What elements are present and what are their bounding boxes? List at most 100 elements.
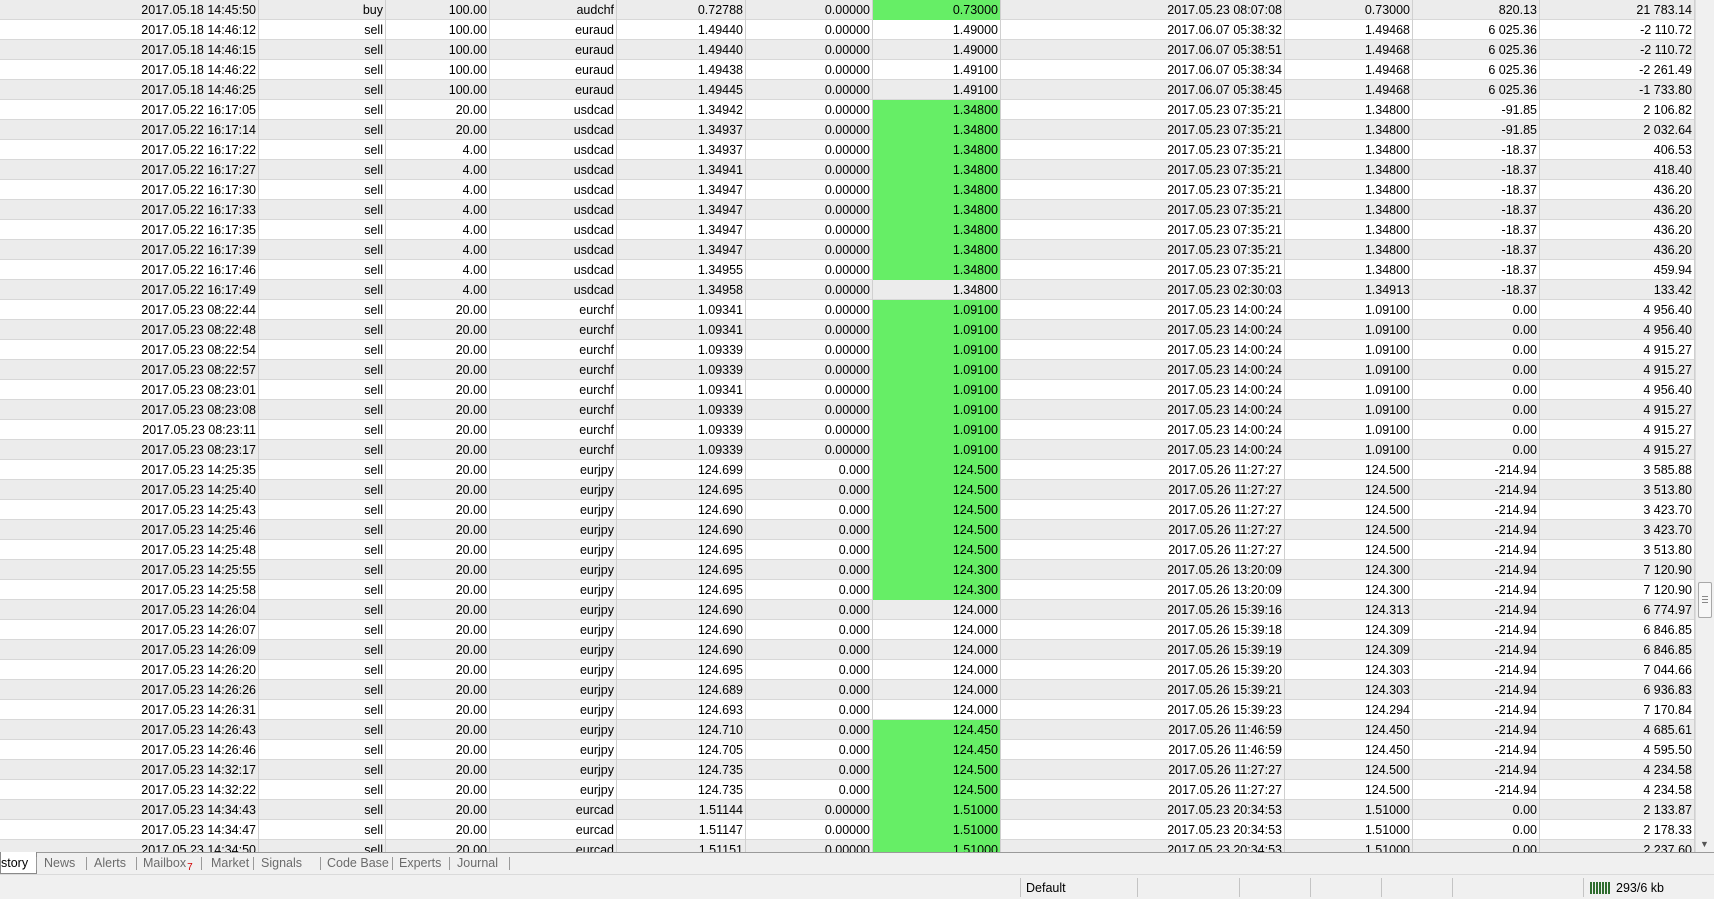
table-row[interactable]: 2017.05.22 16:17:49 sell 4.00 usdcad 1.34958… [0,280,1695,300]
table-cell: 2017.05.18 14:46:12 [0,20,259,40]
table-cell: 0.00000 [746,800,873,820]
table-cell: audchf [490,0,617,20]
table-row[interactable]: 2017.05.23 14:25:40 sell 20.00 eurjpy 124.69… [0,480,1695,500]
table-row[interactable]: 2017.05.23 14:26:20 sell 20.00 eurjpy 124.69… [0,660,1695,680]
table-cell: 436.20 [1540,240,1695,260]
tab-market[interactable]: Market [211,853,249,874]
table-cell: 2017.05.23 14:26:46 [0,740,259,760]
table-cell: usdcad [490,240,617,260]
table-row[interactable]: 2017.05.23 08:22:44 sell 20.00 eurchf 1.0934… [0,300,1695,320]
table-row[interactable]: 2017.05.23 14:34:50 sell 20.00 eurcad 1.5115… [0,840,1695,852]
table-row[interactable]: 2017.05.23 14:25:55 sell 20.00 eurjpy 124.69… [0,560,1695,580]
table-row[interactable]: 2017.05.18 14:46:25 sell 100.00 euraud 1.494… [0,80,1695,100]
tab-journal[interactable]: Journal [457,853,498,874]
table-row[interactable]: 2017.05.22 16:17:35 sell 4.00 usdcad 1.34947… [0,220,1695,240]
table-row[interactable]: 2017.05.18 14:46:22 sell 100.00 euraud 1.494… [0,60,1695,80]
table-row[interactable]: 2017.05.23 14:25:46 sell 20.00 eurjpy 124.69… [0,520,1695,540]
table-cell: sell [259,680,386,700]
table-cell: 2017.05.23 14:25:40 [0,480,259,500]
table-row[interactable]: 2017.05.22 16:17:30 sell 4.00 usdcad 1.34947… [0,180,1695,200]
table-row[interactable]: 2017.05.23 14:34:43 sell 20.00 eurcad 1.5114… [0,800,1695,820]
table-row[interactable]: 2017.05.23 14:34:47 sell 20.00 eurcad 1.5114… [0,820,1695,840]
tab-code-base[interactable]: Code Base [327,853,389,874]
table-cell: 1.09100 [873,320,1001,340]
table-row[interactable]: 2017.05.23 08:23:11 sell 20.00 eurchf 1.0933… [0,420,1695,440]
table-row[interactable]: 2017.05.23 08:22:48 sell 20.00 eurchf 1.0934… [0,320,1695,340]
table-cell: 20.00 [386,420,490,440]
table-cell: 20.00 [386,100,490,120]
table-cell: 6 846.85 [1540,620,1695,640]
table-cell: -214.94 [1413,460,1540,480]
table-cell: eurjpy [490,580,617,600]
table-cell: 2017.05.23 08:22:48 [0,320,259,340]
table-row[interactable]: 2017.05.22 16:17:14 sell 20.00 usdcad 1.3493… [0,120,1695,140]
table-cell: sell [259,580,386,600]
table-cell: 1.34800 [1285,260,1413,280]
table-cell: 20.00 [386,340,490,360]
table-cell: sell [259,120,386,140]
table-row[interactable]: 2017.05.23 14:26:07 sell 20.00 eurjpy 124.69… [0,620,1695,640]
scroll-down-arrow-icon[interactable]: ▼ [1700,839,1709,849]
table-row[interactable]: 2017.05.23 14:26:09 sell 20.00 eurjpy 124.69… [0,640,1695,660]
table-cell: sell [259,620,386,640]
table-row[interactable]: 2017.05.18 14:46:12 sell 100.00 euraud 1.494… [0,20,1695,40]
table-row[interactable]: 2017.05.23 14:25:43 sell 20.00 eurjpy 124.69… [0,500,1695,520]
table-cell: -214.94 [1413,620,1540,640]
table-cell: -214.94 [1413,640,1540,660]
table-cell: eurjpy [490,740,617,760]
table-cell: 0.00000 [746,320,873,340]
table-cell: 0.00 [1413,400,1540,420]
table-row[interactable]: 2017.05.23 14:26:43 sell 20.00 eurjpy 124.71… [0,720,1695,740]
table-cell: 1.09339 [617,420,746,440]
table-cell: 124.000 [873,680,1001,700]
table-row[interactable]: 2017.05.23 14:26:46 sell 20.00 eurjpy 124.70… [0,740,1695,760]
table-row[interactable]: 2017.05.23 08:23:17 sell 20.00 eurchf 1.0933… [0,440,1695,460]
table-cell: sell [259,480,386,500]
table-cell: 4.00 [386,140,490,160]
table-row[interactable]: 2017.05.22 16:17:46 sell 4.00 usdcad 1.34955… [0,260,1695,280]
table-cell: 20.00 [386,460,490,480]
table-row[interactable]: 2017.05.23 08:22:57 sell 20.00 eurchf 1.0933… [0,360,1695,380]
tab-news[interactable]: News [44,853,75,874]
table-row[interactable]: 2017.05.22 16:17:05 sell 20.00 usdcad 1.3494… [0,100,1695,120]
table-row[interactable]: 2017.05.23 14:32:17 sell 20.00 eurjpy 124.73… [0,760,1695,780]
table-row[interactable]: 2017.05.23 14:25:35 sell 20.00 eurjpy 124.69… [0,460,1695,480]
table-cell: 2017.05.18 14:46:25 [0,80,259,100]
vertical-scrollbar[interactable]: ▼ [1695,0,1714,852]
tab-mailbox[interactable]: Mailbox7 [143,853,193,874]
table-row[interactable]: 2017.05.22 16:17:22 sell 4.00 usdcad 1.34937… [0,140,1695,160]
table-row[interactable]: 2017.05.23 14:26:04 sell 20.00 eurjpy 124.69… [0,600,1695,620]
table-cell: 4 915.27 [1540,360,1695,380]
table-row[interactable]: 2017.05.23 08:23:08 sell 20.00 eurchf 1.0933… [0,400,1695,420]
table-row[interactable]: 2017.05.18 14:46:15 sell 100.00 euraud 1.494… [0,40,1695,60]
table-row[interactable]: 2017.05.23 14:32:22 sell 20.00 eurjpy 124.73… [0,780,1695,800]
table-cell: 1.34800 [1285,180,1413,200]
table-row[interactable]: 2017.05.18 14:45:50 buy 100.00 audchf 0.7278… [0,0,1695,20]
table-cell: 0.00000 [746,40,873,60]
table-row[interactable]: 2017.05.22 16:17:39 sell 4.00 usdcad 1.34947… [0,240,1695,260]
table-row[interactable]: 2017.05.23 14:26:26 sell 20.00 eurjpy 124.68… [0,680,1695,700]
table-cell: -18.37 [1413,200,1540,220]
table-cell: sell [259,560,386,580]
table-cell: 0.00000 [746,220,873,240]
scrollbar-thumb[interactable] [1698,582,1712,618]
table-row[interactable]: 2017.05.23 14:25:58 sell 20.00 eurjpy 124.69… [0,580,1695,600]
tab-story[interactable]: story [0,852,38,874]
table-row[interactable]: 2017.05.22 16:17:27 sell 4.00 usdcad 1.34941… [0,160,1695,180]
tab-experts[interactable]: Experts [399,853,441,874]
table-cell: 124.695 [617,480,746,500]
table-cell: eurjpy [490,540,617,560]
table-cell: 2017.05.23 07:35:21 [1001,260,1285,280]
table-cell: 2017.05.23 07:35:21 [1001,200,1285,220]
table-row[interactable]: 2017.05.22 16:17:33 sell 4.00 usdcad 1.34947… [0,200,1695,220]
tab-alerts[interactable]: Alerts [94,853,126,874]
table-cell: 1.49445 [617,80,746,100]
table-row[interactable]: 2017.05.23 08:22:54 sell 20.00 eurchf 1.0933… [0,340,1695,360]
table-row[interactable]: 2017.05.23 08:23:01 sell 20.00 eurchf 1.0934… [0,380,1695,400]
table-row[interactable]: 2017.05.23 14:26:31 sell 20.00 eurjpy 124.69… [0,700,1695,720]
table-cell: 7 120.90 [1540,580,1695,600]
table-row[interactable]: 2017.05.23 14:25:48 sell 20.00 eurjpy 124.69… [0,540,1695,560]
table-cell: 2017.05.23 08:23:08 [0,400,259,420]
tab-signals[interactable]: Signals [261,853,302,874]
table-cell: 4.00 [386,280,490,300]
